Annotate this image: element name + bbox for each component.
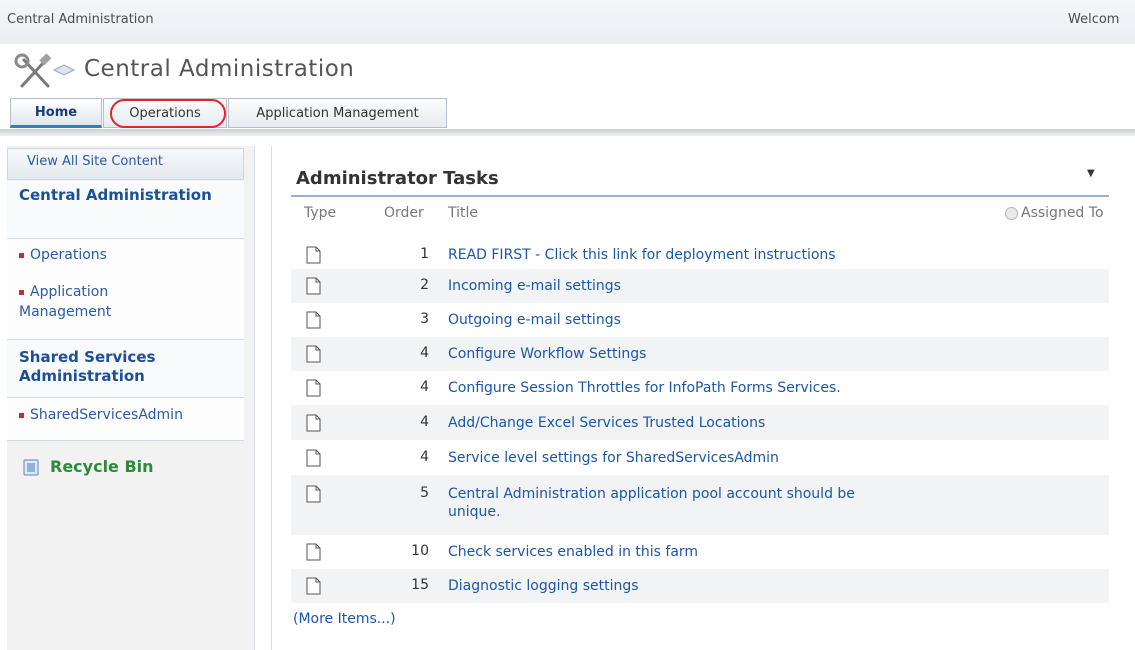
column-header-label: Assigned To [1021, 205, 1104, 221]
tools-logo-icon [14, 53, 76, 88]
task-order: 4 [420, 345, 429, 361]
tab-operations[interactable]: Operations [103, 98, 227, 128]
task-title-line: unique. [448, 504, 501, 520]
task-title-link[interactable]: READ FIRST - Click this link for deploym… [448, 246, 836, 264]
nav-section-title: Shared Services Administration [19, 348, 156, 385]
sidebar-item-label: SharedServicesAdmin [30, 407, 183, 423]
document-icon [306, 414, 321, 432]
document-icon [306, 449, 321, 467]
document-icon [306, 345, 321, 363]
bullet-icon [19, 290, 24, 295]
document-icon [306, 246, 321, 264]
task-order: 4 [420, 449, 429, 465]
table-row: 10 Check services enabled in this farm [291, 535, 1109, 569]
task-order: 2 [420, 277, 429, 293]
task-order: 10 [411, 543, 429, 559]
recycle-bin-icon [23, 459, 39, 475]
table-row: 5 Central Administration application poo… [291, 475, 1109, 535]
bullet-icon [19, 413, 24, 418]
chevron-down-icon[interactable]: ▼ [1087, 168, 1095, 179]
highlight-circle [110, 99, 226, 128]
document-icon [306, 577, 321, 595]
nav-section-central-admin[interactable]: Central Administration [19, 186, 212, 205]
task-order: 4 [420, 414, 429, 430]
sidebar-item-application-management[interactable]: Application Management [19, 283, 169, 322]
site-name[interactable]: Central Administration [7, 12, 154, 27]
task-title-link[interactable]: Diagnostic logging settings [448, 577, 639, 595]
administrator-tasks-title[interactable]: Administrator Tasks [296, 168, 499, 189]
sidebar-item-operations[interactable]: Operations [19, 246, 107, 266]
task-title-line: Central Administration application pool … [448, 486, 855, 502]
sidebar-item-sharedservicesadmin[interactable]: SharedServicesAdmin [19, 406, 183, 426]
table-row: 4 Add/Change Excel Services Trusted Loca… [291, 405, 1109, 440]
page-title: Central Administration [84, 56, 355, 82]
task-order: 3 [420, 311, 429, 327]
more-items-link[interactable]: (More Items...) [293, 611, 396, 627]
document-icon [306, 379, 321, 397]
task-order: 5 [420, 485, 429, 501]
task-order: 1 [420, 246, 429, 262]
task-title-link[interactable]: Outgoing e-mail settings [448, 311, 621, 329]
task-title-link[interactable]: Central Administration application pool … [448, 485, 855, 521]
table-row: 4 Service level settings for SharedServi… [291, 440, 1109, 475]
sidebar-item-label: Operations [30, 247, 107, 263]
tab-divider [0, 129, 1135, 136]
table-row: 2 Incoming e-mail settings [291, 269, 1109, 303]
divider [7, 440, 244, 441]
task-title-link[interactable]: Add/Change Excel Services Trusted Locati… [448, 414, 765, 432]
task-order: 15 [411, 577, 429, 593]
panel-rule [291, 195, 1109, 197]
table-row: 4 Configure Workflow Settings [291, 337, 1109, 371]
table-row: 3 Outgoing e-mail settings [291, 303, 1109, 337]
view-all-site-content-link[interactable]: View All Site Content [7, 148, 244, 180]
recycle-bin-link[interactable]: Recycle Bin [22, 457, 154, 476]
welcome-menu[interactable]: Welcom [1068, 12, 1119, 27]
table-row: 4 Configure Session Throttles for InfoPa… [291, 371, 1109, 405]
tab-home[interactable]: Home [10, 98, 102, 128]
table-row: 15 Diagnostic logging settings [291, 569, 1109, 603]
task-title-link[interactable]: Configure Workflow Settings [448, 345, 646, 363]
task-title-link[interactable]: Incoming e-mail settings [448, 277, 621, 295]
column-header-order[interactable]: Order [384, 205, 424, 221]
task-title-link[interactable]: Check services enabled in this farm [448, 543, 698, 561]
sidebar-item-label: Application Management [19, 284, 112, 320]
bullet-icon [19, 253, 24, 258]
tab-application-management[interactable]: Application Management [228, 98, 447, 128]
task-title-link[interactable]: Configure Session Throttles for InfoPath… [448, 379, 841, 397]
top-bar: Central Administration Welcom [0, 0, 1135, 44]
column-header-assigned-to[interactable]: Assigned To [1005, 205, 1104, 221]
recycle-bin-label: Recycle Bin [50, 457, 154, 476]
nav-section-shared-services[interactable]: Shared Services Administration [19, 348, 209, 386]
table-row: 1 READ FIRST - Click this link for deplo… [291, 241, 1109, 269]
column-header-type[interactable]: Type [304, 205, 336, 221]
presence-icon [1005, 206, 1018, 220]
nav-section-title: Central Administration [19, 186, 212, 204]
document-icon [306, 277, 321, 295]
document-icon [306, 311, 321, 329]
task-order: 4 [420, 379, 429, 395]
column-header-title[interactable]: Title [448, 205, 478, 221]
task-title-link[interactable]: Service level settings for SharedService… [448, 449, 779, 467]
view-all-label: View All Site Content [27, 154, 164, 169]
document-icon [306, 485, 321, 503]
document-icon [306, 543, 321, 561]
top-nav-tabs: Home Operations Application Management [0, 96, 1135, 132]
